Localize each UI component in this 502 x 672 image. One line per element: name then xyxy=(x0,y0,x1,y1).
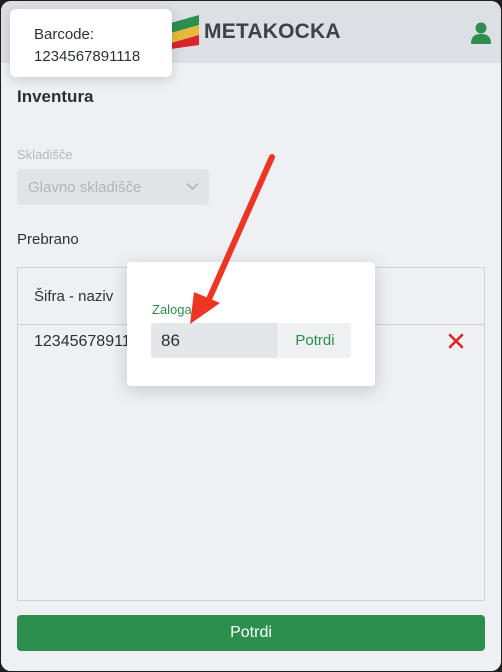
row-code: 12345678911 xyxy=(34,333,131,350)
app-window: METAKOCKA Inventura Skladišče Glavno skl… xyxy=(1,1,501,671)
barcode-value: 1234567891118 xyxy=(34,48,141,65)
barcode-label: Barcode: xyxy=(34,26,95,43)
stock-modal: Zaloga Potrdi xyxy=(127,262,375,386)
stock-confirm-button[interactable]: Potrdi xyxy=(279,323,351,358)
column-header-code-name: Šifra - naziv xyxy=(34,288,114,305)
metakocka-logo xyxy=(171,15,199,49)
stock-label: Zaloga xyxy=(152,302,192,317)
confirm-button[interactable]: Potrdi xyxy=(17,615,485,651)
user-icon[interactable] xyxy=(471,22,491,44)
page-title: Inventura xyxy=(17,87,94,106)
brand-name: METAKOCKA xyxy=(204,20,341,43)
warehouse-label: Skladišče xyxy=(17,147,73,162)
stock-input[interactable] xyxy=(151,323,278,358)
counted-label: Prebrano xyxy=(17,231,79,248)
barcode-tooltip: Barcode: 1234567891118 xyxy=(10,9,172,77)
chevron-down-icon xyxy=(186,182,199,191)
delete-icon[interactable] xyxy=(448,333,464,349)
warehouse-value: Glavno skladišče xyxy=(28,179,142,196)
warehouse-select[interactable]: Glavno skladišče xyxy=(17,169,209,205)
